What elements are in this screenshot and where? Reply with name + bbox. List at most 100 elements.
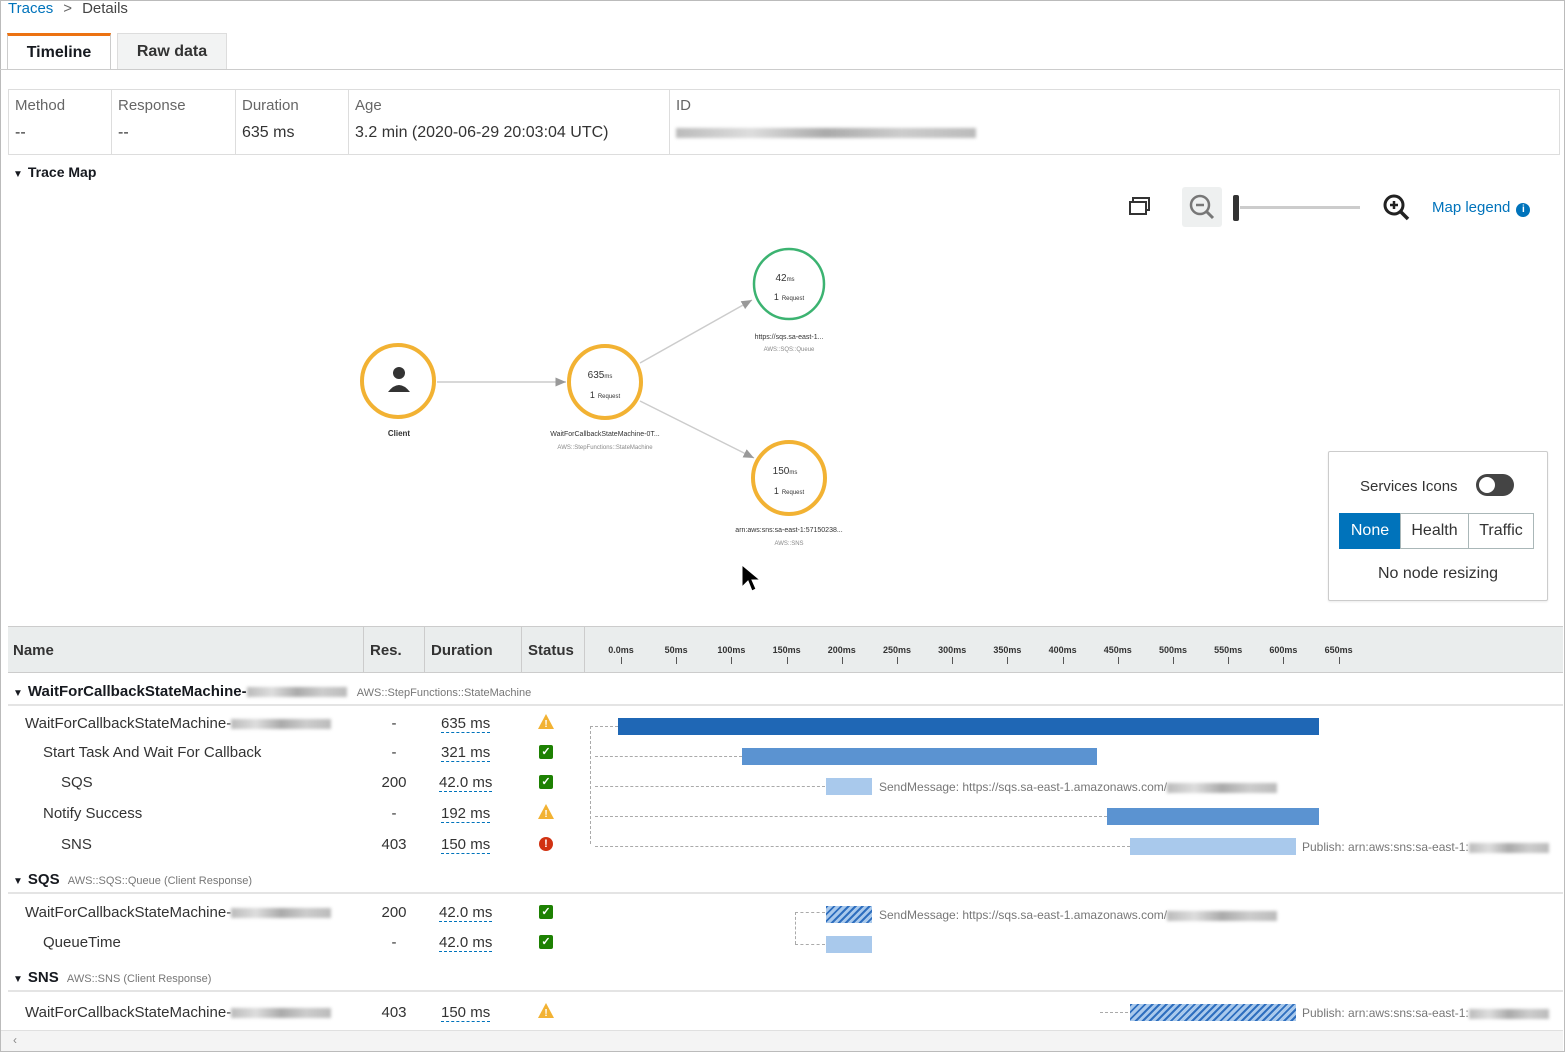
row-duration[interactable]: 42.0 ms (439, 904, 493, 922)
timeline-bar[interactable] (1130, 838, 1296, 855)
col-duration[interactable]: Duration (431, 642, 493, 659)
group-sns[interactable]: ▼ SNS AWS::SNS (Client Response) (13, 969, 211, 986)
row-res: 403 (381, 1004, 407, 1021)
tab-raw-data[interactable]: Raw data (117, 33, 227, 69)
seg-traffic[interactable]: Traffic (1468, 513, 1534, 549)
axis-tick-mark (841, 657, 843, 664)
row-duration[interactable]: 150 ms (441, 836, 491, 854)
node-state-ms: 635 (588, 370, 605, 381)
col-name[interactable]: Name (13, 642, 54, 659)
edge-state-sns (639, 400, 755, 459)
timeline-bar[interactable] (826, 906, 872, 923)
axis-tick-label: 550ms (1214, 645, 1243, 655)
row-name[interactable]: WaitForCallbackStateMachine- (25, 1004, 332, 1021)
seg-none[interactable]: None (1339, 513, 1401, 549)
row-duration[interactable]: 635 ms (441, 715, 491, 733)
timeline-bar[interactable] (826, 936, 872, 953)
services-icons-label: Services Icons (1360, 478, 1458, 495)
axis-tick-mark (1062, 657, 1064, 664)
row-duration[interactable]: 42.0 ms (439, 774, 493, 792)
node-sns[interactable]: 150ms 1 Request arn:aws:sns:sa-east-1:571… (735, 440, 843, 547)
trace-map-title: Trace Map (27, 164, 97, 180)
row-name[interactable]: WaitForCallbackStateMachine- (25, 715, 332, 732)
node-sns-name: arn:aws:sns:sa-east-1:57150238... (735, 527, 842, 534)
row-res: - (391, 805, 397, 822)
node-state-unit: ms (604, 374, 612, 380)
tab-timeline[interactable]: Timeline (7, 33, 111, 69)
id-label: ID (676, 97, 691, 114)
summary-duration: Duration 635 ms (236, 90, 349, 154)
axis-tick-mark (1283, 657, 1285, 664)
seg-health[interactable]: Health (1400, 513, 1469, 549)
zoom-in-button[interactable] (1380, 191, 1412, 223)
row-name[interactable]: QueueTime (43, 934, 121, 951)
axis-tick-mark (731, 657, 733, 664)
age-value: 3.2 min (2020-06-29 20:03:04 UTC) (355, 124, 609, 141)
tab-divider (0, 69, 1563, 70)
axis-tick-label: 100ms (717, 645, 746, 655)
axis-tick-mark (897, 657, 898, 664)
row-duration[interactable]: 150 ms (441, 1004, 491, 1022)
fit-view-icon[interactable] (1128, 195, 1152, 217)
row-duration[interactable]: 42.0 ms (439, 934, 493, 952)
check-icon: ✓ (539, 935, 553, 949)
row-name[interactable]: Start Task And Wait For Callback (43, 744, 261, 761)
zoom-slider-handle[interactable] (1233, 195, 1239, 221)
col-res[interactable]: Res. (370, 642, 402, 659)
row-name[interactable]: Notify Success (43, 805, 142, 822)
breadcrumb-traces-link[interactable]: Traces (8, 0, 53, 17)
timeline-bar[interactable] (826, 778, 872, 795)
row-res: - (391, 934, 397, 951)
bar-label: SendMessage: https://sqs.sa-east-1.amazo… (879, 780, 1278, 794)
group-sqs[interactable]: ▼ SQS AWS::SQS::Queue (Client Response) (13, 871, 252, 888)
axis-tick-label: 0.0ms (608, 645, 634, 655)
summary-age: Age 3.2 min (2020-06-29 20:03:04 UTC) (349, 90, 670, 154)
zoom-out-icon (1189, 194, 1215, 220)
node-sqs-unit: ms (787, 277, 795, 283)
trace-map-header[interactable]: ▼ Trace Map (13, 164, 96, 180)
map-legend-link[interactable]: Map legend i (1432, 199, 1531, 217)
check-icon: ✓ (539, 905, 553, 919)
axis-tick-label: 300ms (938, 645, 967, 655)
axis-tick-mark (1117, 657, 1119, 664)
trace-id-redacted (676, 127, 976, 138)
zoom-in-icon (1383, 194, 1410, 221)
row-name[interactable]: SNS (61, 836, 92, 853)
axis-tick-label: 150ms (772, 645, 801, 655)
node-sns-req: 1 (774, 486, 779, 496)
row-res: 200 (381, 904, 407, 921)
group-state-machine[interactable]: ▼ WaitForCallbackStateMachine- AWS::StepF… (13, 683, 531, 700)
scroll-left-icon[interactable]: ‹ (13, 1033, 17, 1047)
row-name[interactable]: WaitForCallbackStateMachine- (25, 904, 332, 921)
node-sqs-ms: 42 (775, 273, 787, 284)
services-icons-toggle[interactable] (1476, 474, 1514, 496)
node-sqs[interactable]: 42ms 1 Request https://sqs.sa-east-1... A… (752, 247, 826, 353)
col-status[interactable]: Status (528, 642, 574, 659)
response-label: Response (118, 97, 186, 114)
error-icon: ! (539, 837, 553, 851)
caret-down-icon: ▼ (13, 169, 23, 180)
node-resizing-label: No node resizing (1377, 565, 1499, 582)
zoom-slider-track[interactable] (1240, 206, 1360, 209)
axis-tick-label: 50ms (664, 645, 688, 655)
method-value: -- (15, 124, 26, 141)
timeline-bar[interactable] (742, 748, 1097, 765)
svg-text:!: ! (544, 809, 547, 820)
group-state-machine-type: AWS::StepFunctions::StateMachine (356, 687, 532, 699)
bar-label: SendMessage: https://sqs.sa-east-1.amazo… (879, 908, 1278, 922)
axis-tick-label: 500ms (1158, 645, 1188, 655)
node-sqs-name: https://sqs.sa-east-1... (755, 334, 824, 341)
timeline-bar[interactable] (618, 718, 1319, 735)
timeline-bar[interactable] (1107, 808, 1319, 825)
bar-label: Publish: arn:aws:sns:sa-east-1: (1302, 840, 1549, 854)
horizontal-scrollbar[interactable]: ‹ (1, 1030, 1563, 1051)
row-name[interactable]: SQS (61, 774, 93, 791)
node-state-name: WaitForCallbackStateMachine-0T... (550, 431, 660, 438)
timeline-bar[interactable] (1130, 1004, 1296, 1021)
row-duration[interactable]: 192 ms (441, 805, 491, 823)
row-duration[interactable]: 321 ms (441, 744, 491, 762)
node-sqs-type: AWS::SQS::Queue (764, 347, 815, 353)
node-client[interactable]: Client (360, 343, 436, 438)
group-sqs-name: SQS (27, 871, 60, 888)
zoom-out-button[interactable] (1182, 187, 1222, 227)
